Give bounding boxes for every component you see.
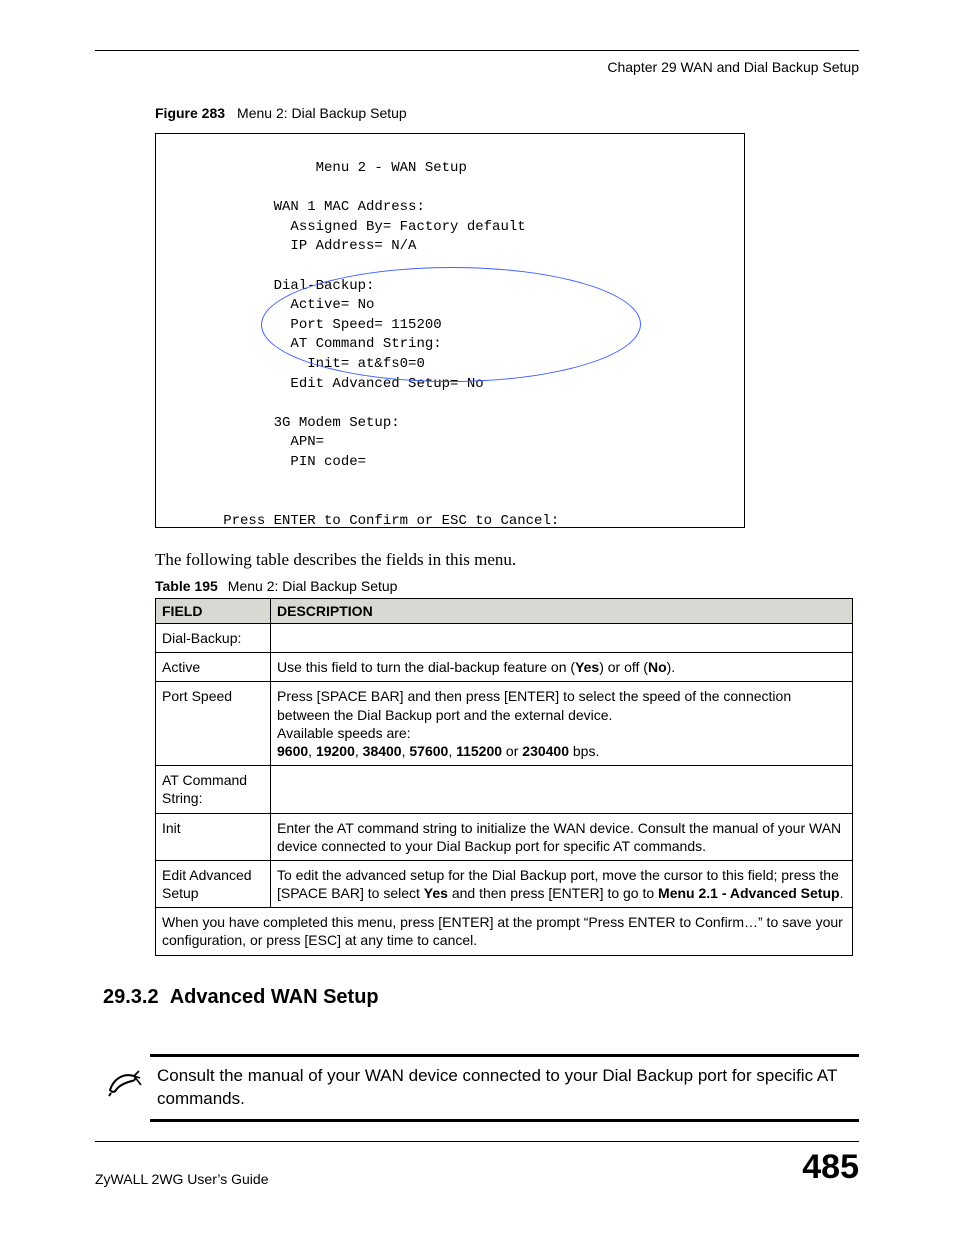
table-row: Port Speed Press [SPACE BAR] and then pr… <box>156 682 853 766</box>
table-caption: Table 195 Menu 2: Dial Backup Setup <box>155 578 859 594</box>
footer-divider <box>95 1141 859 1142</box>
cell-field: Dial-Backup: <box>156 624 271 653</box>
figure-label: Figure 283 <box>155 105 225 121</box>
header-divider <box>95 50 859 51</box>
figure-caption: Figure 283 Menu 2: Dial Backup Setup <box>155 105 859 121</box>
note-bar-bottom <box>150 1119 859 1122</box>
cell-field: Edit Advanced Setup <box>156 860 271 907</box>
table-label: Table 195 <box>155 578 218 594</box>
table-row: AT Command String: <box>156 766 853 813</box>
section-number: 29.3.2 <box>103 986 159 1008</box>
cell-field: Active <box>156 653 271 682</box>
cell-field: AT Command String: <box>156 766 271 813</box>
cell-field: Init <box>156 813 271 860</box>
th-desc: DESCRIPTION <box>271 599 853 624</box>
cell-desc <box>271 624 853 653</box>
table-header-row: FIELD DESCRIPTION <box>156 599 853 624</box>
footer-guide: ZyWALL 2WG User’s Guide <box>95 1171 269 1187</box>
description-table: FIELD DESCRIPTION Dial-Backup: Active Us… <box>155 598 853 956</box>
figure-terminal-box: Menu 2 - WAN Setup WAN 1 MAC Address: As… <box>155 133 745 528</box>
cell-desc <box>271 766 853 813</box>
cell-desc: To edit the advanced setup for the Dial … <box>271 860 853 907</box>
chapter-header: Chapter 29 WAN and Dial Backup Setup <box>95 59 859 75</box>
page-number: 485 <box>802 1148 859 1187</box>
table-row: Active Use this field to turn the dial-b… <box>156 653 853 682</box>
cell-desc: Use this field to turn the dial-backup f… <box>271 653 853 682</box>
cell-footer: When you have completed this menu, press… <box>156 908 853 955</box>
table-footer-row: When you have completed this menu, press… <box>156 908 853 955</box>
note-text: Consult the manual of your WAN device co… <box>155 1065 859 1111</box>
page-footer: ZyWALL 2WG User’s Guide 485 <box>95 1141 859 1187</box>
table-row: Dial-Backup: <box>156 624 853 653</box>
cell-field: Port Speed <box>156 682 271 766</box>
table-title: Menu 2: Dial Backup Setup <box>228 578 398 594</box>
section-title: Advanced WAN Setup <box>170 986 379 1008</box>
intro-text: The following table describes the fields… <box>155 550 859 570</box>
cell-desc: Press [SPACE BAR] and then press [ENTER]… <box>271 682 853 766</box>
th-field: FIELD <box>156 599 271 624</box>
figure-title: Menu 2: Dial Backup Setup <box>237 105 407 121</box>
section-heading: 29.3.2 Advanced WAN Setup <box>103 986 859 1009</box>
note-bar-top <box>150 1054 859 1057</box>
note-icon <box>95 1065 155 1098</box>
terminal-content: Menu 2 - WAN Setup WAN 1 MAC Address: As… <box>156 159 744 531</box>
cell-desc: Enter the AT command string to initializ… <box>271 813 853 860</box>
table-row: Init Enter the AT command string to init… <box>156 813 853 860</box>
table-row: Edit Advanced Setup To edit the advanced… <box>156 860 853 907</box>
